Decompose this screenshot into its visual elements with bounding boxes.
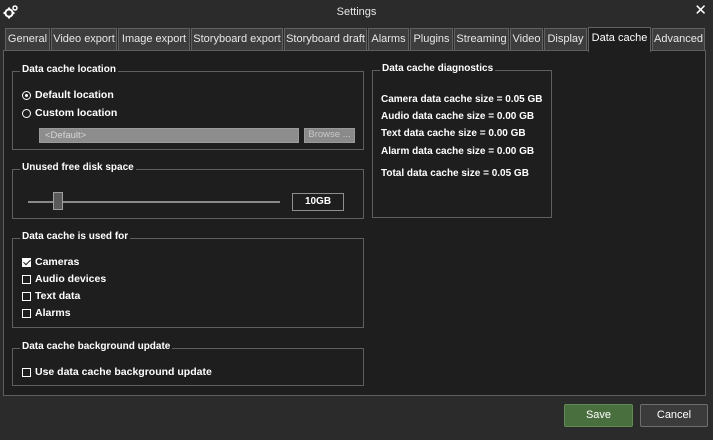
disk-space-group: Unused free disk space 10GB bbox=[12, 162, 364, 219]
title-bar: Settings ✕ bbox=[0, 0, 713, 25]
alarm-cache-size: Alarm data cache size = 0.00 GB bbox=[381, 146, 535, 157]
used-for-group: Data cache is used for Cameras Audio dev… bbox=[12, 231, 364, 328]
tab-streaming[interactable]: Streaming bbox=[454, 28, 509, 50]
use-alarms-checkbox[interactable] bbox=[22, 308, 31, 318]
use-text-data-label: Text data bbox=[35, 290, 81, 302]
tab-content-panel: Data cache location Default location Cus… bbox=[3, 50, 706, 396]
default-location-label: Default location bbox=[35, 89, 114, 101]
browse-button: Browse ... bbox=[304, 128, 355, 143]
custom-location-option[interactable]: Custom location bbox=[22, 107, 117, 119]
tab-image-export[interactable]: Image export bbox=[118, 28, 190, 50]
tab-video-export[interactable]: Video export bbox=[51, 28, 117, 50]
default-location-radio[interactable] bbox=[22, 90, 31, 100]
background-update-group: Data cache background update Use data ca… bbox=[12, 341, 364, 386]
custom-location-label: Custom location bbox=[35, 107, 118, 119]
tab-advanced[interactable]: Advanced bbox=[652, 28, 705, 50]
location-group-title: Data cache location bbox=[20, 64, 118, 75]
background-update-group-title: Data cache background update bbox=[20, 341, 173, 352]
audio-cache-size: Audio data cache size = 0.00 GB bbox=[381, 111, 535, 122]
close-icon[interactable]: ✕ bbox=[694, 3, 707, 19]
disk-space-value-field[interactable]: 10GB bbox=[292, 193, 344, 211]
window-title: Settings bbox=[336, 6, 377, 18]
custom-location-radio[interactable] bbox=[22, 108, 31, 118]
tab-general[interactable]: General bbox=[5, 28, 50, 50]
use-alarms-label: Alarms bbox=[35, 307, 71, 319]
tab-storyboard-draft[interactable]: Storyboard draft bbox=[284, 28, 367, 50]
default-location-option[interactable]: Default location bbox=[22, 89, 114, 101]
camera-cache-size: Camera data cache size = 0.05 GB bbox=[381, 94, 543, 105]
use-text-data-checkbox[interactable] bbox=[22, 291, 31, 301]
tab-video[interactable]: Video bbox=[510, 28, 543, 50]
disk-space-group-title: Unused free disk space bbox=[20, 162, 136, 173]
use-audio-devices-label: Audio devices bbox=[35, 273, 107, 285]
text-cache-size: Text data cache size = 0.00 GB bbox=[381, 128, 526, 139]
tab-data-cache[interactable]: Data cache bbox=[588, 27, 651, 52]
disk-space-slider-handle[interactable] bbox=[53, 192, 63, 210]
use-text-data-option[interactable]: Text data bbox=[22, 290, 80, 302]
total-cache-size: Total data cache size = 0.05 GB bbox=[381, 168, 529, 179]
use-alarms-option[interactable]: Alarms bbox=[22, 307, 71, 319]
save-button[interactable]: Save bbox=[564, 404, 633, 427]
background-update-option[interactable]: Use data cache background update bbox=[22, 366, 212, 378]
use-audio-devices-option[interactable]: Audio devices bbox=[22, 273, 106, 285]
cancel-button[interactable]: Cancel bbox=[640, 404, 708, 427]
use-cameras-option[interactable]: Cameras bbox=[22, 256, 79, 268]
tab-plugins[interactable]: Plugins bbox=[410, 28, 453, 50]
tab-alarms[interactable]: Alarms bbox=[368, 28, 409, 50]
custom-location-path-input: <Default> bbox=[39, 128, 299, 143]
tab-storyboard-export[interactable]: Storyboard export bbox=[191, 28, 283, 50]
use-cameras-label: Cameras bbox=[35, 256, 80, 268]
disk-space-slider-track[interactable] bbox=[28, 201, 280, 203]
background-update-checkbox[interactable] bbox=[22, 367, 31, 377]
diagnostics-group-title: Data cache diagnostics bbox=[380, 63, 496, 74]
location-group: Data cache location Default location Cus… bbox=[12, 64, 364, 150]
diagnostics-group: Data cache diagnostics Camera data cache… bbox=[372, 63, 552, 218]
background-update-label: Use data cache background update bbox=[35, 366, 212, 378]
used-for-group-title: Data cache is used for bbox=[20, 231, 131, 242]
use-cameras-checkbox[interactable] bbox=[22, 257, 31, 267]
tab-display[interactable]: Display bbox=[544, 28, 587, 50]
use-audio-devices-checkbox[interactable] bbox=[22, 274, 31, 284]
